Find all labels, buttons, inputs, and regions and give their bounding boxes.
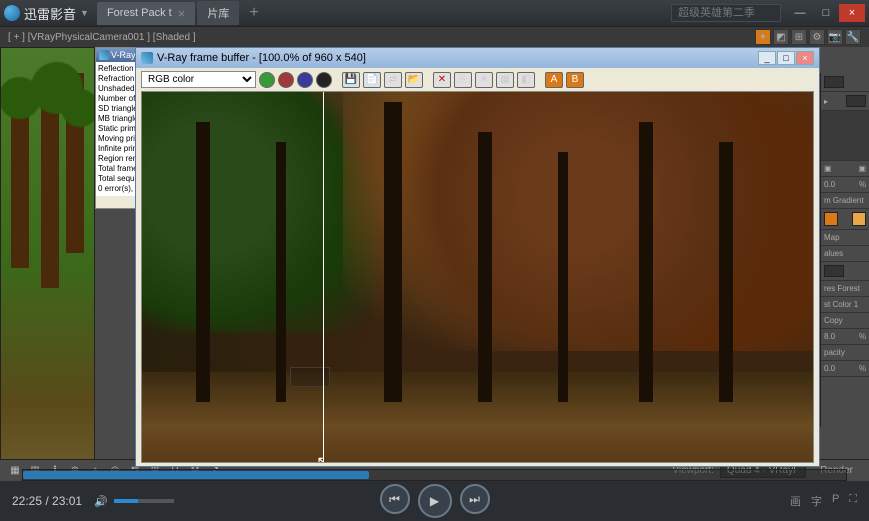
channel-red-button[interactable] (278, 72, 294, 88)
history-a-button[interactable]: A (545, 72, 563, 88)
spinner-label: 0.0 (824, 180, 835, 189)
app-menu-caret-icon[interactable]: ▼ (80, 8, 89, 18)
tool-icon[interactable]: ▦ (8, 464, 22, 478)
tree (719, 142, 733, 402)
tool-icon[interactable]: 📷 (827, 29, 843, 45)
values-label: alues (824, 249, 843, 258)
map-label: Map (824, 233, 840, 242)
volume-slider[interactable] (114, 499, 174, 503)
gradient-label: m Gradient (824, 196, 864, 205)
pip-button[interactable]: P (832, 493, 839, 509)
time-display: 22:25 / 23:01 (12, 494, 82, 508)
color1-label: st Color 1 (824, 300, 858, 309)
prev-button[interactable]: ⏮ (380, 484, 410, 514)
tree (558, 152, 568, 402)
picture-mode-button[interactable]: 画 (790, 493, 801, 509)
fullscreen-button[interactable]: ⛶ (849, 493, 857, 509)
timeline-scrollbar[interactable] (22, 469, 847, 481)
cursor-icon: ↖ (316, 453, 328, 463)
compare-button[interactable]: ◧ (517, 72, 535, 88)
viewport-label: [ + ] [VRayPhysicalCamera001 ] [Shaded ] (8, 32, 196, 43)
minimize-button[interactable]: — (787, 4, 813, 22)
opacity-label: pacity (824, 348, 845, 357)
tree (276, 142, 286, 402)
render-canopy-right (343, 92, 813, 351)
duplicate-button[interactable]: ⎘ (454, 72, 472, 88)
tab-close-icon[interactable]: × (178, 6, 186, 21)
tool-icon[interactable]: ⊞ (791, 29, 807, 45)
window-controls: — □ × (787, 4, 865, 22)
tab-library[interactable]: 片库 (197, 1, 239, 25)
color-swatch[interactable] (824, 212, 838, 226)
tool-icon[interactable]: 🔧 (845, 29, 861, 45)
value-label: ▸ (824, 97, 828, 106)
tab-forest-pack[interactable]: Forest Pack t × (97, 2, 195, 25)
maximize-button[interactable]: □ (813, 4, 839, 22)
viewport-preview[interactable] (0, 47, 95, 467)
subtitle-button[interactable]: 字 (811, 493, 822, 509)
render-canopy-left (142, 92, 377, 333)
vfb-maximize-button[interactable]: □ (777, 51, 795, 65)
forest-preview-image (1, 48, 94, 466)
swap-button[interactable]: ⇄ (384, 72, 402, 88)
open-button[interactable]: 📂 (405, 72, 423, 88)
add-tab-button[interactable]: + (241, 4, 266, 22)
tab-label: 片库 (207, 5, 229, 21)
tool-icon[interactable]: ◩ (773, 29, 789, 45)
channel-green-button[interactable] (259, 72, 275, 88)
vfb-toolbar: RGB color 💾 📄 ⇄ 📂 ✕ ⎘ ☀ ▦ ◧ A B (136, 68, 819, 91)
spinner[interactable] (846, 95, 866, 107)
channel-select[interactable]: RGB color (141, 71, 256, 88)
vfb-close-button[interactable]: × (796, 51, 814, 65)
volume-icon[interactable]: 🔊 (94, 495, 108, 508)
region-button[interactable]: ▦ (496, 72, 514, 88)
play-button[interactable]: ▶ (418, 484, 452, 518)
main-area: V-Ray m Reflection r Refraction r Unshad… (0, 47, 869, 467)
search-input[interactable] (671, 4, 781, 22)
close-button[interactable]: × (839, 4, 865, 22)
render-output[interactable]: ↖ (141, 91, 814, 463)
compare-divider[interactable] (323, 92, 324, 462)
color-swatch[interactable] (852, 212, 866, 226)
channel-blue-button[interactable] (297, 72, 313, 88)
spinner-label: 0.0 (824, 364, 835, 373)
tree (196, 122, 210, 402)
play-controls: ⏮ ▶ ⏭ (380, 484, 490, 518)
forest-label: res Forest (824, 284, 860, 293)
timeline-thumb[interactable] (23, 471, 369, 479)
spinner-label: 8.0 (824, 332, 835, 341)
tab-label: Forest Pack t (107, 7, 172, 19)
track-mouse-button[interactable]: ☀ (475, 72, 493, 88)
save-all-button[interactable]: 📄 (363, 72, 381, 88)
vfb-minimize-button[interactable]: _ (758, 51, 776, 65)
viewport-header: [ + ] [VRayPhysicalCamera001 ] [Shaded ]… (0, 26, 869, 47)
tool-icon[interactable]: ✦ (755, 29, 771, 45)
tree (639, 122, 653, 402)
video-player-bar: 22:25 / 23:01 ⏮ ▶ ⏭ 🔊 画 字 P ⛶ (0, 481, 869, 521)
save-image-button[interactable]: 💾 (342, 72, 360, 88)
tool-icon[interactable]: ⚙ (809, 29, 825, 45)
player-right-controls: 画 字 P ⛶ (790, 493, 857, 509)
next-button[interactable]: ⏭ (460, 484, 490, 514)
spinner[interactable] (824, 265, 844, 277)
vfb-app-icon (141, 52, 153, 64)
history-b-button[interactable]: B (566, 72, 584, 88)
copy-label[interactable]: Copy (824, 316, 843, 325)
channel-mono-button[interactable] (316, 72, 332, 88)
vfb-titlebar[interactable]: V-Ray frame buffer - [100.0% of 960 x 54… (136, 48, 819, 68)
spinner[interactable] (824, 76, 844, 88)
command-panel[interactable]: ▸ ▣▣ 0.0% m Gradient Map alues res Fores… (820, 73, 869, 427)
vfb-title-text: V-Ray frame buffer - [100.0% of 960 x 54… (157, 52, 366, 64)
clear-button[interactable]: ✕ (433, 72, 451, 88)
app-logo-icon (4, 5, 20, 21)
titlebar: 迅雷影音 ▼ Forest Pack t × 片库 + — □ × (0, 0, 869, 26)
tree (478, 132, 492, 402)
volume-control[interactable]: 🔊 (94, 495, 174, 508)
app-title: 迅雷影音 (24, 4, 76, 23)
tree (384, 102, 402, 402)
vray-frame-buffer-window[interactable]: V-Ray frame buffer - [100.0% of 960 x 54… (135, 47, 820, 467)
